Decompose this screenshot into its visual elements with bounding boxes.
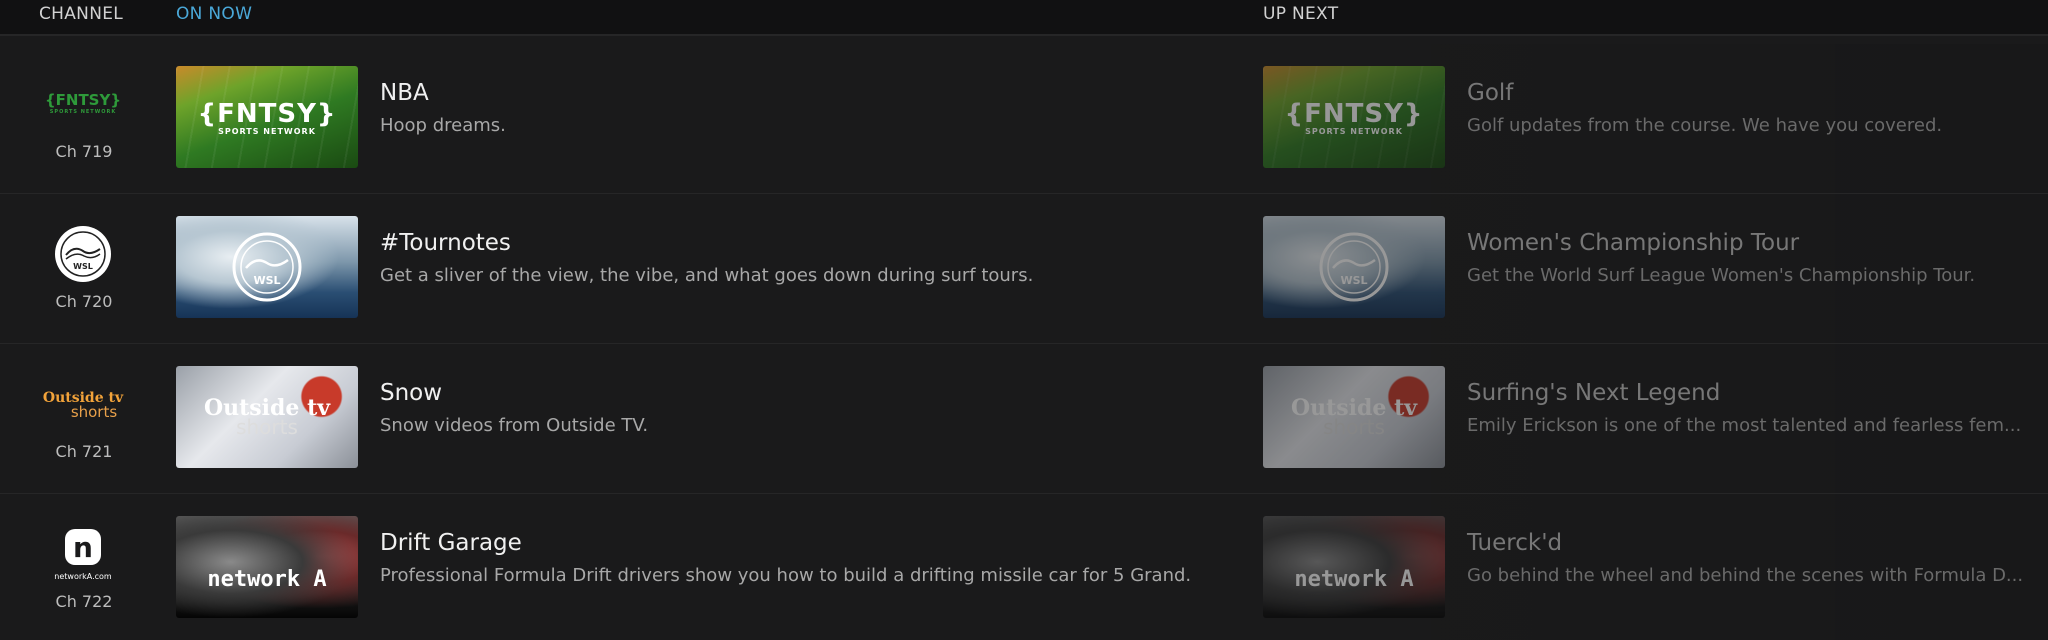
channel-row[interactable]: Outside tv shorts Ch 721 Outside tv shor… (0, 344, 2048, 494)
up-next-description: Golf updates from the course. We have yo… (1467, 115, 1943, 136)
on-now-thumbnail[interactable]: {FNTSY} SPORTS NETWORK (176, 66, 358, 168)
thumb-logo-sub: shorts (1323, 415, 1385, 439)
channel-row[interactable]: WSL Ch 720 WSL #Tournotes Get a sliver o… (0, 194, 2048, 344)
channel-logo-text: WSL (73, 262, 93, 271)
up-next-thumbnail[interactable]: Outside tv shorts (1263, 366, 1445, 468)
channel-logo: WSL (40, 224, 126, 284)
up-next-description: Go behind the wheel and behind the scene… (1467, 565, 2024, 586)
up-next-thumbnail[interactable]: {FNTSY} SPORTS NETWORK (1263, 66, 1445, 168)
up-next-thumbnail[interactable]: network A (1263, 516, 1445, 618)
up-next-column-header: UP NEXT (1263, 4, 1339, 24)
channel-logo: Outside tv shorts (40, 374, 126, 434)
on-now-title[interactable]: Drift Garage (380, 530, 522, 556)
on-now-column-header[interactable]: ON NOW (176, 4, 252, 24)
on-now-thumbnail[interactable]: Outside tv shorts (176, 366, 358, 468)
outside-tv-logo-icon: Outside tv shorts (43, 389, 123, 420)
thumb-logo-text: {FNTSY} (1284, 98, 1424, 129)
channel-logo-sub: SPORTS NETWORK (49, 109, 117, 115)
fntsy-logo-icon: {FNTSY} SPORTS NETWORK (45, 93, 121, 115)
up-next-title[interactable]: Surfing's Next Legend (1467, 380, 1720, 406)
guide-header: CHANNEL ON NOW UP NEXT (0, 0, 2048, 36)
up-next-thumbnail[interactable]: WSL (1263, 216, 1445, 318)
wsl-logo-icon: WSL (55, 226, 111, 282)
channel-logo-sub: networkA.com (54, 572, 112, 581)
on-now-description: Get a sliver of the view, the vibe, and … (380, 265, 1034, 286)
channel-logo-text: n (73, 531, 93, 564)
channel-row[interactable]: n networkA.com Ch 722 network A Drift Ga… (0, 494, 2048, 640)
channel-logo-text: {FNTSY} (44, 91, 122, 109)
thumb-logo-text: WSL (1340, 274, 1367, 287)
channel-number: Ch 721 (55, 442, 113, 461)
thumb-logo-text: network A (207, 567, 327, 592)
channel-number: Ch 722 (55, 592, 113, 611)
channel-number: Ch 719 (55, 142, 113, 161)
up-next-title[interactable]: Tuerck'd (1467, 530, 1562, 556)
channel-column-header: CHANNEL (39, 4, 124, 24)
channel-logo: {FNTSY} SPORTS NETWORK (40, 74, 126, 134)
on-now-title[interactable]: #Tournotes (380, 230, 511, 256)
thumb-logo-sub: SPORTS NETWORK (1305, 126, 1403, 136)
thumb-logo-text: network A (1294, 567, 1414, 592)
wsl-logo-icon: WSL (232, 232, 302, 302)
channel-logo: n networkA.com (40, 524, 126, 584)
network-a-logo-icon: n networkA.com (54, 527, 112, 581)
up-next-description: Get the World Surf League Women's Champi… (1467, 265, 1976, 286)
channel-logo-sub: shorts (70, 402, 118, 421)
thumb-logo-text: WSL (253, 274, 280, 287)
on-now-thumbnail[interactable]: WSL (176, 216, 358, 318)
thumb-logo-sub: SPORTS NETWORK (218, 126, 316, 136)
on-now-description: Hoop dreams. (380, 115, 506, 136)
thumb-logo-text: {FNTSY} (197, 98, 337, 129)
on-now-title[interactable]: NBA (380, 80, 429, 106)
on-now-description: Snow videos from Outside TV. (380, 415, 649, 436)
on-now-description: Professional Formula Drift drivers show … (380, 565, 1192, 586)
on-now-thumbnail[interactable]: network A (176, 516, 358, 618)
wsl-logo-icon: WSL (1319, 232, 1389, 302)
up-next-title[interactable]: Women's Championship Tour (1467, 230, 1799, 256)
on-now-title[interactable]: Snow (380, 380, 442, 406)
up-next-description: Emily Erickson is one of the most talent… (1467, 415, 2022, 436)
thumb-logo-sub: shorts (236, 415, 298, 439)
channel-row[interactable]: {FNTSY} SPORTS NETWORK Ch 719 {FNTSY} SP… (0, 44, 2048, 194)
channel-number: Ch 720 (55, 292, 113, 311)
up-next-title[interactable]: Golf (1467, 80, 1513, 106)
